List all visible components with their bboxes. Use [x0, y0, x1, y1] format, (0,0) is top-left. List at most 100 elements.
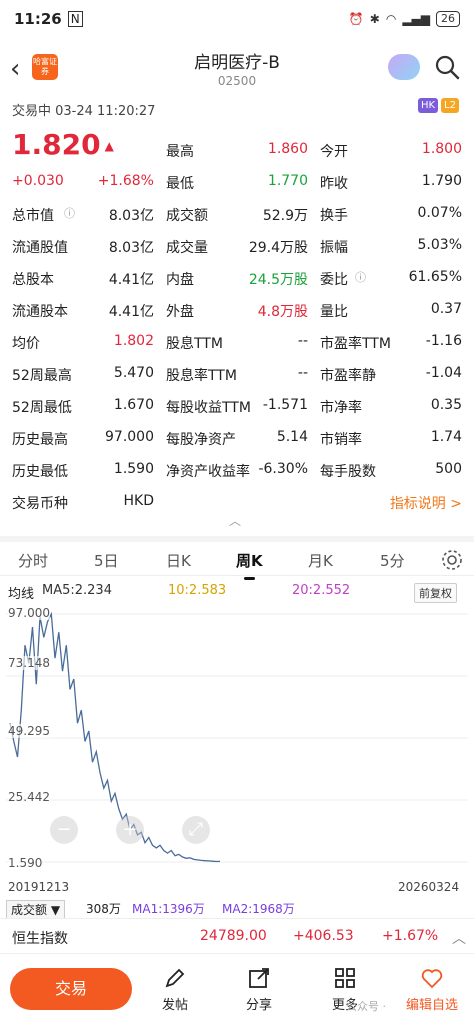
stock-header: ‹ 哈富证券 启明医疗-B 02500	[0, 42, 474, 98]
zoom-out-button[interactable]: −	[50, 816, 78, 844]
price-change: +0.030	[12, 173, 64, 189]
bottom-nav: 交易 发帖 分享 更多 编辑自选 公众号 ·	[0, 958, 474, 1024]
index-name: 恒生指数	[12, 931, 68, 947]
ma-legend: 均线 MA5:2.234 10:2.583 20:2.552 前复权	[0, 580, 474, 603]
post-label: 发帖	[161, 998, 188, 1013]
chart-start-date: 20191213	[8, 880, 70, 894]
quote-value: 4.8万股	[257, 304, 308, 320]
edit-watchlist-label: 编辑自选	[405, 998, 458, 1013]
ma20-value: 20:2.552	[292, 583, 351, 598]
price-adjust-button[interactable]: 前复权	[414, 583, 457, 603]
zoom-in-button[interactable]: +	[116, 816, 144, 844]
quote-row: 最高 1.860 今开 1.800	[0, 134, 474, 166]
index-change-pct: +1.67%	[382, 928, 439, 944]
quote-label: 每股净资产	[166, 432, 236, 448]
y-tick-label: 25.442	[8, 790, 50, 804]
quote-value: 4.41亿	[108, 304, 154, 320]
quote-value: 5.14	[276, 429, 308, 445]
quote-value: 5.470	[113, 365, 154, 381]
hk-badge: HK	[418, 98, 439, 113]
quote-value: -1.16	[425, 333, 462, 349]
tab-intraday[interactable]: 分时	[18, 550, 48, 571]
quote-label: 最低	[166, 176, 194, 192]
quote-label: 历史最低	[12, 464, 68, 480]
quote-label: 总市值	[12, 208, 54, 224]
quote-label: 委比	[320, 272, 348, 288]
quote-value: 5.03%	[417, 237, 462, 253]
quote-value: 1.802	[113, 333, 154, 349]
quote-row: 历史最高 97.000 每股净资产 5.14 市销率 1.74	[0, 422, 474, 454]
chart-tabs: 分时 5日 日K 周K 月K 5分	[0, 536, 474, 580]
quote-value: 500	[435, 461, 462, 477]
quote-label: 市销率	[320, 432, 362, 448]
quote-label: 股息率TTM	[166, 368, 237, 384]
reset-zoom-button[interactable]: ⤢	[182, 816, 210, 844]
quote-value: 1.860	[267, 141, 308, 157]
search-icon[interactable]	[434, 54, 460, 80]
quote-value: -1.04	[425, 365, 462, 381]
bluetooth-icon: ✱	[369, 12, 380, 26]
chart-end-date: 20260324	[398, 880, 460, 894]
volume-ma1: MA1:1396万	[132, 902, 205, 916]
quote-value: 1.670	[113, 397, 154, 413]
share-label: 分享	[245, 998, 272, 1013]
quote-value: 1.770	[267, 173, 308, 189]
price-chart[interactable]: 97.000 73.148 49.295 25.442 1.590 − + ⤢	[6, 604, 468, 874]
quote-label: 今开	[320, 144, 348, 160]
l2-badge: L2	[441, 98, 459, 113]
tab-5day[interactable]: 5日	[94, 550, 119, 571]
ma10-value: 10:2.583	[168, 583, 227, 598]
quote-row: 总股本 4.41亿 内盘 24.5万股 委比 ⓘ 61.65%	[0, 262, 474, 294]
indicator-help-link[interactable]: 指标说明 >	[390, 493, 462, 513]
quote-value: --	[297, 333, 308, 349]
quote-value: 1.790	[421, 173, 462, 189]
y-tick-label: 97.000	[8, 606, 50, 620]
quote-value: 1.74	[430, 429, 462, 445]
y-tick-label: 1.590	[8, 856, 43, 870]
heart-icon	[421, 969, 443, 989]
quote-row: +0.030 +1.68% 最低 1.770 昨收 1.790	[0, 166, 474, 198]
trade-button[interactable]: 交易	[10, 968, 132, 1010]
quote-value: 8.03亿	[108, 208, 154, 224]
tab-daily-k[interactable]: 日K	[166, 550, 191, 571]
quote-label: 均价	[12, 336, 40, 352]
tab-monthly-k[interactable]: 月K	[308, 550, 333, 571]
quote-label: 流通股本	[12, 304, 68, 320]
collapse-chevron-icon[interactable]: ︿	[229, 512, 241, 529]
quote-value: 97.000	[105, 429, 154, 445]
edit-watchlist-button[interactable]: 编辑自选	[396, 966, 468, 1013]
quote-label: 历史最高	[12, 432, 68, 448]
alarm-icon: ⏰	[348, 12, 364, 26]
post-button[interactable]: 发帖	[150, 966, 200, 1013]
quote-label: 交易币种	[12, 496, 68, 512]
info-icon[interactable]: ⓘ	[64, 205, 75, 221]
quote-label: 流通股值	[12, 240, 68, 256]
quote-label: 成交量	[166, 240, 208, 256]
volume-ma2: MA2:1968万	[222, 902, 295, 916]
volume-indicator-select[interactable]: 成交额 ▼	[6, 900, 66, 918]
share-button[interactable]: 分享	[234, 966, 284, 1013]
share-icon	[249, 968, 269, 988]
ma5-value: MA5:2.234	[42, 583, 112, 598]
quote-value: 52.9万	[262, 208, 308, 224]
quote-row: 52周最低 1.670 每股收益TTM -1.571 市净率 0.35	[0, 390, 474, 422]
ai-assistant-icon[interactable]	[388, 54, 420, 80]
quote-label: 振幅	[320, 240, 348, 256]
quote-row: 流通股本 4.41亿 外盘 4.8万股 量比 0.37	[0, 294, 474, 326]
tab-5min[interactable]: 5分	[380, 550, 405, 571]
gear-icon[interactable]	[440, 548, 464, 572]
info-icon[interactable]: ⓘ	[355, 269, 366, 285]
price-change-pct: +1.68%	[97, 173, 154, 189]
quote-grid: 最高 1.860 今开 1.800 +0.030 +1.68% 最低 1.770…	[0, 134, 474, 518]
trade-status: 交易中 03-24 11:20:27	[12, 104, 156, 119]
expand-up-icon[interactable]: ︿	[452, 928, 466, 948]
index-change: +406.53	[293, 928, 354, 944]
y-tick-label: 73.148	[8, 656, 50, 670]
tab-weekly-k[interactable]: 周K	[236, 550, 263, 580]
index-ticker[interactable]: 恒生指数 24789.00 +406.53 +1.67% ︿	[0, 918, 474, 954]
quote-row: 历史最低 1.590 净资产收益率 -6.30% 每手股数 500	[0, 454, 474, 486]
quote-label: 外盘	[166, 304, 194, 320]
grid-icon	[335, 968, 355, 988]
quote-value: HKD	[123, 493, 155, 509]
quote-label: 总股本	[12, 272, 54, 288]
